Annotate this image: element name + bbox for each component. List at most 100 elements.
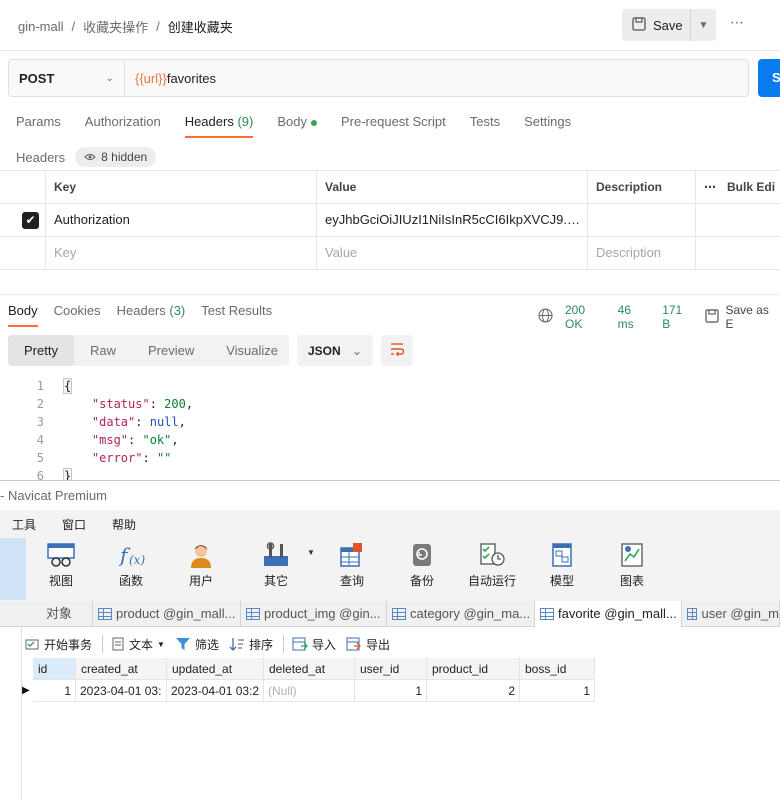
- body-indicator-icon: [310, 119, 317, 126]
- toolbar-backup[interactable]: 备份: [392, 542, 452, 589]
- method-select[interactable]: POST ⌄: [9, 60, 125, 96]
- tab-body[interactable]: Body: [277, 114, 317, 138]
- format-select[interactable]: JSON ⌄: [297, 335, 373, 366]
- line-number: 4: [36, 433, 44, 447]
- import-icon: [292, 637, 308, 651]
- header-value-cell[interactable]: eyJhbGciOiJIUzI1NiIsInR5cCI6IkpXVCJ9.eyJ…: [316, 204, 587, 236]
- cell-user-id[interactable]: 1: [355, 680, 427, 702]
- toolbar-other[interactable]: 其它: [246, 542, 306, 589]
- tab-tests[interactable]: Tests: [470, 114, 500, 138]
- value-input[interactable]: Value: [316, 237, 587, 269]
- save-button[interactable]: Save: [622, 9, 691, 41]
- url-bar: POST ⌄ {{url}}favorites: [8, 59, 749, 97]
- tab-user[interactable]: user @gin_m: [682, 601, 780, 627]
- sort-button[interactable]: 排序: [229, 636, 273, 653]
- begin-transaction-button[interactable]: 开始事务: [24, 636, 92, 653]
- column-header-updated-at[interactable]: updated_at: [167, 658, 264, 680]
- view-pretty[interactable]: Pretty: [8, 335, 74, 366]
- response-time[interactable]: 46 ms: [618, 303, 651, 331]
- cell-updated-at[interactable]: 2023-04-01 03:2: [167, 680, 264, 702]
- menu-tools[interactable]: 工具: [12, 516, 36, 533]
- breadcrumb-separator: /: [156, 19, 160, 34]
- row-checkbox-cell: [0, 237, 45, 269]
- chevron-down-icon[interactable]: ▼: [691, 20, 716, 31]
- bulk-edit-button[interactable]: ⋯ Bulk Edi: [695, 171, 780, 203]
- row-checkbox-cell: ✔: [0, 204, 45, 236]
- table-header-row: Key Value Description ⋯ Bulk Edi: [0, 171, 780, 204]
- filter-button[interactable]: 筛选: [175, 636, 219, 653]
- description-input[interactable]: Description: [587, 237, 695, 269]
- cell-created-at[interactable]: 2023-04-01 03:: [76, 680, 167, 702]
- more-options-icon[interactable]: ⋯: [730, 14, 745, 31]
- view-icon: [47, 543, 75, 567]
- column-header-boss-id[interactable]: boss_id: [520, 658, 595, 680]
- tab-product[interactable]: product @gin_mall...: [93, 601, 241, 627]
- tab-favorite[interactable]: favorite @gin_mall...: [535, 601, 682, 627]
- toolbar-separator: [282, 635, 284, 653]
- view-raw[interactable]: Raw: [74, 335, 132, 366]
- toolbar-user[interactable]: 用户: [171, 542, 231, 589]
- tab-cookies[interactable]: Cookies: [54, 303, 101, 327]
- breadcrumb-folder[interactable]: 收藏夹操作: [83, 17, 148, 36]
- globe-icon[interactable]: [538, 308, 553, 326]
- key-input[interactable]: Key: [45, 237, 316, 269]
- checkbox-checked-icon[interactable]: ✔: [22, 212, 39, 229]
- text-button[interactable]: 文本 ▼: [111, 636, 165, 653]
- breadcrumb-collection[interactable]: gin-mall: [18, 19, 64, 34]
- toolbar-chart[interactable]: 图表: [602, 542, 662, 589]
- tab-response-body[interactable]: Body: [8, 303, 38, 327]
- cell-product-id[interactable]: 2: [427, 680, 520, 702]
- tab-category[interactable]: category @gin_ma...: [387, 601, 535, 627]
- menu-window[interactable]: 窗口: [62, 516, 86, 533]
- response-body-code[interactable]: 1{ 2 "status": 200, 3 "data": null, 4 "m…: [0, 377, 780, 480]
- hidden-headers-toggle[interactable]: 8 hidden: [75, 147, 157, 167]
- export-button[interactable]: 导出: [346, 636, 390, 653]
- code-line: 1{: [0, 377, 780, 395]
- wrap-lines-button[interactable]: [381, 335, 413, 366]
- cell-boss-id[interactable]: 1: [520, 680, 595, 702]
- cell-id[interactable]: 1: [33, 680, 76, 702]
- tab-params[interactable]: Params: [16, 114, 61, 138]
- column-header-deleted-at[interactable]: deleted_at: [264, 658, 355, 680]
- column-header-created-at[interactable]: created_at: [76, 658, 167, 680]
- table-icon: [540, 608, 554, 620]
- toolbar-function[interactable]: f (x) 函数: [101, 542, 161, 589]
- header-description-cell[interactable]: [587, 204, 695, 236]
- toolbar-automation[interactable]: 自动运行: [462, 542, 522, 589]
- request-name[interactable]: 创建收藏夹: [168, 17, 233, 36]
- header-key-cell[interactable]: Authorization: [45, 204, 316, 236]
- tab-objects[interactable]: 对象: [0, 601, 93, 627]
- column-description: Description: [587, 171, 695, 203]
- view-visualize[interactable]: Visualize: [210, 335, 294, 366]
- tab-pre-request-script[interactable]: Pre-request Script: [341, 114, 446, 138]
- column-header-user-id[interactable]: user_id: [355, 658, 427, 680]
- line-number: 3: [36, 415, 44, 429]
- tab-response-headers[interactable]: Headers (3): [117, 303, 186, 327]
- cell-deleted-at[interactable]: (Null): [264, 680, 355, 702]
- code-line: 6}: [0, 467, 780, 480]
- send-button[interactable]: S: [758, 59, 780, 97]
- status-code[interactable]: 200 OK: [565, 303, 606, 331]
- import-button[interactable]: 导入: [292, 636, 336, 653]
- url-variable: {{url}}: [135, 70, 167, 86]
- toolbar-view[interactable]: 视图: [31, 542, 91, 589]
- headers-label: Headers: [16, 149, 66, 165]
- tab-headers[interactable]: Headers (9): [184, 114, 253, 138]
- url-input[interactable]: {{url}}favorites: [125, 71, 216, 86]
- menu-help[interactable]: 帮助: [112, 516, 136, 533]
- view-preview[interactable]: Preview: [132, 335, 210, 366]
- table-icon: [687, 608, 698, 620]
- tab-test-results[interactable]: Test Results: [201, 303, 272, 327]
- tab-settings[interactable]: Settings: [524, 114, 571, 138]
- column-header-id[interactable]: id: [33, 658, 76, 680]
- toolbar-query[interactable]: 查询: [322, 542, 382, 589]
- chevron-down-icon[interactable]: ▼: [307, 548, 315, 557]
- toolbar-model[interactable]: 模型: [532, 542, 592, 589]
- save-as-example-button[interactable]: Save as E: [705, 303, 780, 331]
- window-title: - Navicat Premium: [0, 481, 780, 510]
- response-size[interactable]: 171 B: [662, 303, 693, 331]
- toolbar-selected-item[interactable]: [0, 538, 26, 600]
- tab-product-img[interactable]: product_img @gin...: [241, 601, 387, 627]
- tab-authorization[interactable]: Authorization: [85, 114, 161, 138]
- column-header-product-id[interactable]: product_id: [427, 658, 520, 680]
